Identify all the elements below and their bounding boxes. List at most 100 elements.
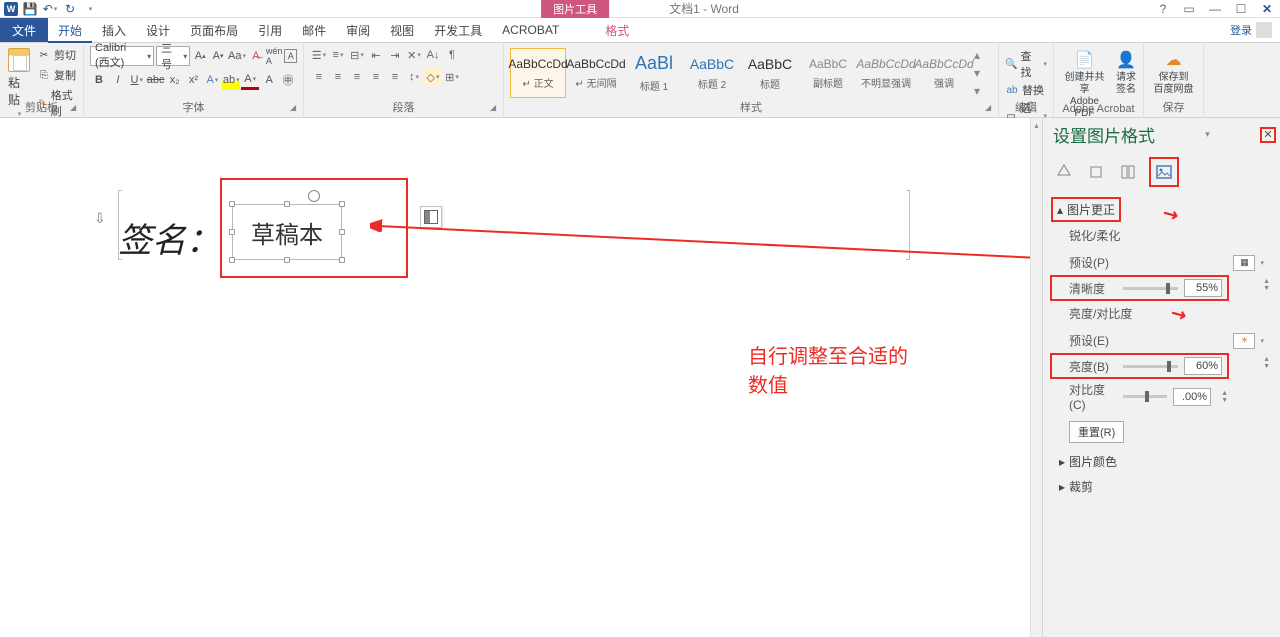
spin-up-icon[interactable]: ▲ <box>1221 390 1228 397</box>
underline-button[interactable]: U▾ <box>128 70 146 90</box>
minimize-icon[interactable]: — <box>1206 0 1224 18</box>
bold-button[interactable]: B <box>90 70 108 90</box>
chevron-down-icon[interactable]: ▾ <box>1260 337 1264 345</box>
style-subtle-emphasis[interactable]: AaBbCcDd不明显强调 <box>858 48 914 98</box>
resize-handle[interactable] <box>229 257 235 263</box>
grow-font-button[interactable]: A▴ <box>192 46 208 66</box>
font-name-select[interactable]: Calibri (西文) <box>90 46 154 66</box>
close-icon[interactable]: ✕ <box>1258 0 1276 18</box>
cut-button[interactable]: ✂剪切 <box>36 46 77 64</box>
spin-down-icon[interactable]: ▼ <box>1221 397 1228 404</box>
tab-references[interactable]: 引用 <box>248 18 292 42</box>
resize-handle[interactable] <box>339 257 345 263</box>
sharpness-slider[interactable] <box>1123 287 1178 290</box>
shrink-font-button[interactable]: A▾ <box>210 46 226 66</box>
fill-line-tab-icon[interactable] <box>1053 161 1075 183</box>
align-center-button[interactable]: ≡ <box>329 68 347 86</box>
distributed-button[interactable]: ≡ <box>386 68 404 86</box>
multilevel-button[interactable]: ⊟▾ <box>348 46 366 64</box>
dialog-launcher-icon[interactable]: ◢ <box>290 103 300 113</box>
tab-insert[interactable]: 插入 <box>92 18 136 42</box>
style-title[interactable]: AaBbC标题 <box>742 48 798 98</box>
resize-handle[interactable] <box>339 229 345 235</box>
contrast-slider[interactable] <box>1123 395 1167 398</box>
resize-handle[interactable] <box>229 201 235 207</box>
tab-file[interactable]: 文件 <box>0 18 48 42</box>
text-effects-button[interactable]: A▾ <box>203 70 221 90</box>
char-shading-button[interactable]: A <box>260 70 278 90</box>
style-emphasis[interactable]: AaBbCcDd强调 <box>916 48 972 98</box>
resize-handle[interactable] <box>284 201 290 207</box>
dialog-launcher-icon[interactable]: ◢ <box>490 103 500 113</box>
increase-indent-button[interactable]: ⇥ <box>386 46 404 64</box>
ribbon-display-options-icon[interactable]: ▭ <box>1180 0 1198 18</box>
preset-sharpen-button[interactable]: ▦ <box>1233 255 1255 271</box>
pane-menu-icon[interactable]: ▾ <box>1205 129 1210 140</box>
align-right-button[interactable]: ≡ <box>348 68 366 86</box>
resize-handle[interactable] <box>229 229 235 235</box>
tab-view[interactable]: 视图 <box>380 18 424 42</box>
borders-button[interactable]: ⊞▾ <box>443 68 461 86</box>
font-color-button[interactable]: A▾ <box>241 70 259 90</box>
spin-up-icon[interactable]: ▲ <box>1263 356 1270 363</box>
section-crop[interactable]: ▸ 裁剪 <box>1051 474 1272 499</box>
tab-review[interactable]: 审阅 <box>336 18 380 42</box>
tab-format[interactable]: 格式 <box>595 18 639 42</box>
align-left-button[interactable]: ≡ <box>310 68 328 86</box>
section-picture-corrections[interactable]: ▴ 图片更正 <box>1051 197 1121 222</box>
decrease-indent-button[interactable]: ⇤ <box>367 46 385 64</box>
bullets-button[interactable]: ☰▾ <box>310 46 328 64</box>
justify-button[interactable]: ≡ <box>367 68 385 86</box>
qat-customize-icon[interactable]: ▾ <box>82 1 98 17</box>
italic-button[interactable]: I <box>109 70 127 90</box>
numbering-button[interactable]: ≡▾ <box>329 46 347 64</box>
brightness-value-input[interactable]: 60% <box>1184 357 1222 375</box>
section-picture-color[interactable]: ▸ 图片颜色 <box>1051 449 1272 474</box>
resize-handle[interactable] <box>339 201 345 207</box>
inserted-picture[interactable]: 草稿本 <box>232 204 342 260</box>
clear-format-button[interactable]: A̶ <box>248 46 264 66</box>
char-border-button[interactable]: A <box>284 49 297 63</box>
tab-developer[interactable]: 开发工具 <box>424 18 492 42</box>
chevron-down-icon[interactable]: ▾ <box>1260 259 1264 267</box>
enclose-char-button[interactable]: ㊥ <box>279 70 297 90</box>
style-heading1[interactable]: AaBl标题 1 <box>626 48 682 98</box>
effects-tab-icon[interactable] <box>1085 161 1107 183</box>
reset-button[interactable]: 重置(R) <box>1069 421 1124 443</box>
login-link[interactable]: 登录 <box>1230 22 1272 38</box>
show-marks-button[interactable]: ¶ <box>443 46 461 64</box>
spin-down-icon[interactable]: ▼ <box>1263 285 1270 292</box>
styles-more-button[interactable]: ▴▾▾ <box>974 48 990 98</box>
qat-save-icon[interactable]: 💾 <box>22 1 38 17</box>
tab-home[interactable]: 开始 <box>48 19 92 43</box>
vertical-scrollbar[interactable]: ▴ <box>1030 118 1042 637</box>
subscript-button[interactable]: x₂ <box>166 70 184 90</box>
dialog-launcher-icon[interactable]: ◢ <box>70 103 80 113</box>
sharpness-value-input[interactable]: 55% <box>1184 279 1222 297</box>
layout-tab-icon[interactable] <box>1117 161 1139 183</box>
sort-button[interactable]: A↓ <box>424 46 442 64</box>
tab-page-layout[interactable]: 页面布局 <box>180 18 248 42</box>
copy-button[interactable]: ⎘复制 <box>36 66 77 84</box>
tab-mailings[interactable]: 邮件 <box>292 18 336 42</box>
replace-button[interactable]: ab替换 <box>1005 82 1047 98</box>
spin-down-icon[interactable]: ▼ <box>1263 363 1270 370</box>
picture-tab-icon[interactable] <box>1149 157 1179 187</box>
qat-undo-icon[interactable]: ↶▾ <box>42 1 58 17</box>
qat-redo-icon[interactable]: ↻ <box>62 1 78 17</box>
resize-handle[interactable] <box>284 257 290 263</box>
baidu-save-button[interactable]: ☁保存到百度网盘 <box>1154 50 1194 96</box>
phonetic-button[interactable]: wénA <box>266 46 283 66</box>
brightness-slider[interactable] <box>1123 365 1178 368</box>
style-heading2[interactable]: AaBbC标题 2 <box>684 48 740 98</box>
find-button[interactable]: 🔍查找▾ <box>1005 48 1047 80</box>
scroll-up-icon[interactable]: ▴ <box>1031 118 1042 132</box>
line-spacing-button[interactable]: ↕▾ <box>405 68 423 86</box>
change-case-button[interactable]: Aa▾ <box>228 46 246 66</box>
superscript-button[interactable]: x² <box>185 70 203 90</box>
shading-button[interactable]: ◇▾ <box>424 68 442 86</box>
style-subtitle[interactable]: AaBbC副标题 <box>800 48 856 98</box>
highlight-button[interactable]: ab▾ <box>222 70 240 90</box>
strike-button[interactable]: abc <box>147 70 165 90</box>
pane-close-button[interactable]: ✕ <box>1260 127 1276 143</box>
